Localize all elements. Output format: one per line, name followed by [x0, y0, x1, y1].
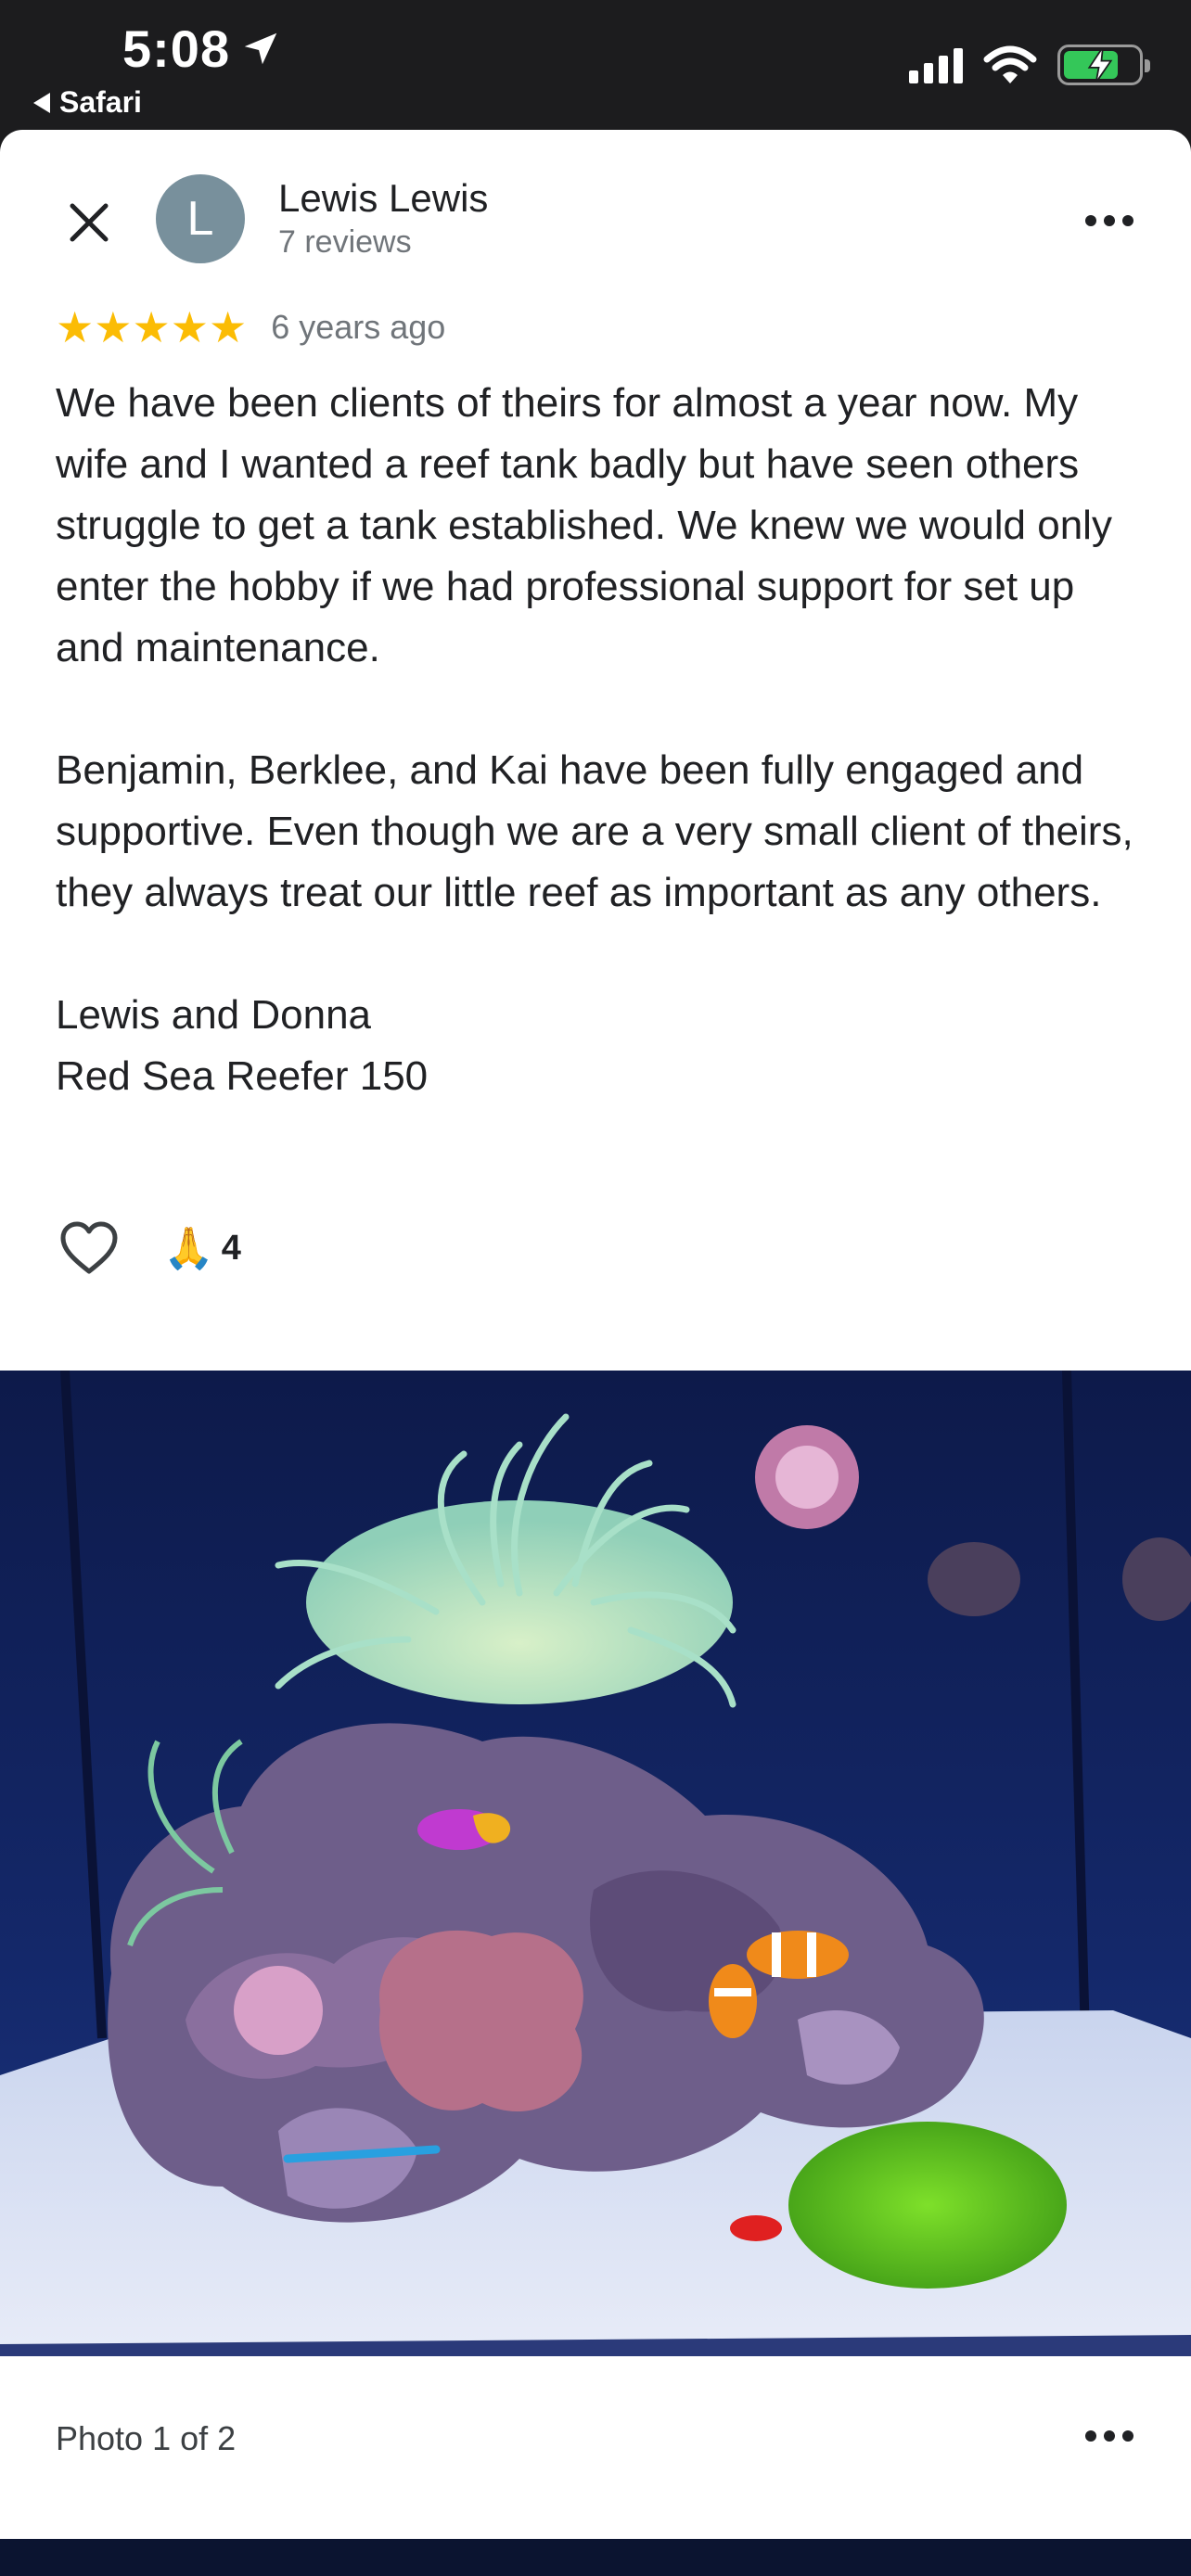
praying-hands-icon: 🙏: [163, 1226, 214, 1271]
more-icon: [1085, 215, 1096, 226]
next-photo-peek[interactable]: [0, 2539, 1191, 2576]
avatar-letter: L: [186, 192, 214, 246]
status-indicators: [909, 45, 1150, 85]
review-paragraph: We have been clients of theirs for almos…: [56, 380, 1112, 670]
battery-icon: [1057, 45, 1150, 85]
back-app-label: Safari: [59, 85, 142, 119]
wifi-icon: [983, 45, 1037, 83]
avatar[interactable]: L: [156, 174, 245, 263]
review-count: 7 reviews: [278, 224, 412, 260]
reaction-row: 🙏 4: [56, 1215, 241, 1282]
review-photo[interactable]: [0, 1371, 1191, 2356]
review-text: We have been clients of theirs for almos…: [56, 373, 1150, 1107]
photo-counter: Photo 1 of 2: [56, 2419, 237, 2457]
location-arrow-icon: [244, 32, 277, 64]
reef-tank-image: [0, 1371, 1191, 2356]
more-options-button[interactable]: [1074, 195, 1145, 247]
status-bar: 5:08 Safari: [0, 0, 1191, 130]
close-button[interactable]: [58, 191, 121, 254]
status-time: 5:08: [122, 19, 282, 79]
star-rating: ★★★★★: [56, 303, 248, 351]
close-icon: [70, 203, 109, 242]
review-header: L Lewis Lewis 7 reviews: [0, 130, 1191, 287]
reaction-badge[interactable]: 🙏 4: [163, 1224, 241, 1272]
charging-bolt-icon: [1087, 47, 1113, 83]
reviewer-name[interactable]: Lewis Lewis: [278, 176, 488, 221]
review-age: 6 years ago: [271, 308, 446, 346]
time-text: 5:08: [122, 19, 231, 78]
signal-icon: [909, 46, 963, 83]
review-paragraph: Benjamin, Berklee, and Kai have been ful…: [56, 747, 1133, 915]
more-icon: [1085, 2430, 1096, 2442]
review-signature: Lewis and Donna Red Sea Reefer 150: [56, 992, 429, 1099]
rating-row: ★★★★★ 6 years ago: [56, 306, 445, 349]
heart-icon: [60, 1221, 118, 1274]
reaction-count: 4: [221, 1228, 241, 1268]
review-sheet: L Lewis Lewis 7 reviews ★★★★★ 6 years ag…: [0, 130, 1191, 2541]
photo-footer: Photo 1 of 2: [0, 2356, 1191, 2541]
back-to-safari-button[interactable]: Safari: [33, 85, 142, 120]
photo-more-options-button[interactable]: [1074, 2410, 1145, 2462]
like-button[interactable]: [56, 1215, 122, 1282]
back-triangle-icon: [33, 92, 50, 113]
